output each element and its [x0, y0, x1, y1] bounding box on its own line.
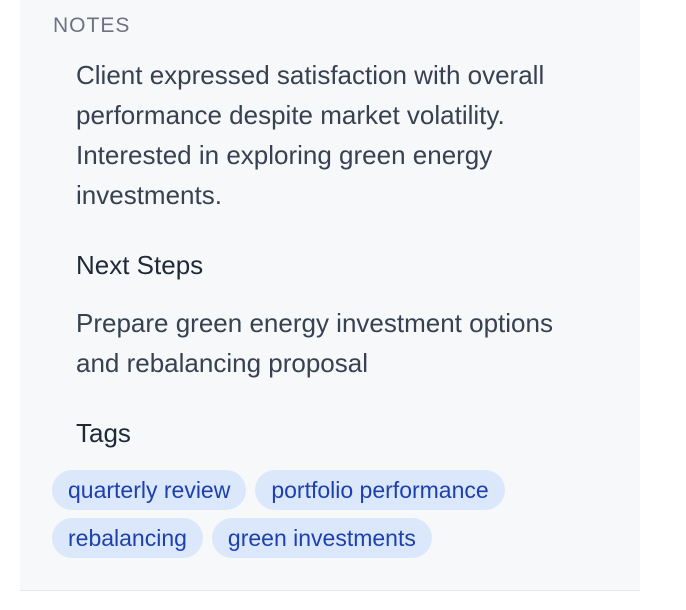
tag-rebalancing[interactable]: rebalancing [52, 518, 203, 558]
tag-green-investments[interactable]: green investments [211, 518, 432, 558]
tag-list: quarterly review portfolio performance r… [52, 470, 612, 558]
notes-label: NOTES [53, 14, 131, 37]
tags-heading: Tags [76, 418, 131, 448]
tag-portfolio-performance[interactable]: portfolio performance [255, 470, 505, 510]
next-steps-text: Prepare green energy investment options … [76, 308, 553, 378]
next-steps-heading: Next Steps [76, 250, 204, 280]
notes-text: Client expressed satisfaction with overa… [76, 60, 545, 210]
notes-panel: NOTES Client expressed satisfaction with… [20, 0, 640, 591]
tag-quarterly-review[interactable]: quarterly review [52, 470, 247, 510]
